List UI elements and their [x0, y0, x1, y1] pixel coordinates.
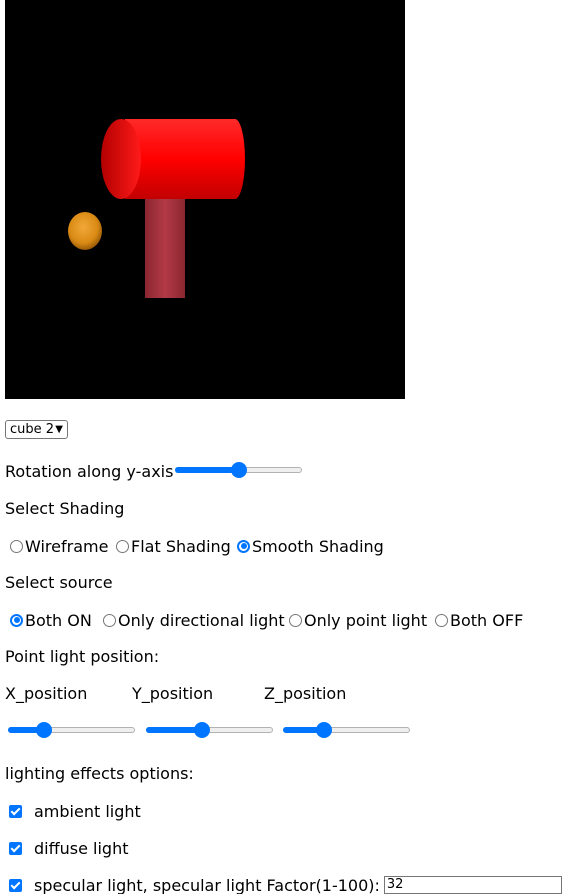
radio-button[interactable]	[289, 613, 302, 627]
radio-smooth-shading[interactable]: Smooth Shading	[237, 536, 384, 556]
rotation-slider[interactable]	[175, 462, 302, 478]
z-position-label: Z_position	[264, 684, 347, 703]
radio-button[interactable]	[10, 613, 23, 627]
slider-thumb[interactable]	[35, 722, 52, 738]
webgl-canvas[interactable]	[5, 0, 405, 399]
specular-factor-input[interactable]: 32	[383, 876, 562, 894]
slider-thumb[interactable]	[193, 722, 210, 738]
x-position-slider[interactable]	[8, 722, 135, 738]
radio-label: Both ON	[25, 610, 92, 630]
radio-label: Flat Shading	[131, 536, 231, 556]
diffuse-light-checkbox[interactable]: diffuse light	[9, 838, 129, 858]
chevron-down-icon: ▼	[55, 424, 63, 435]
x-position-label: X_position	[5, 684, 88, 703]
ambient-light-checkbox[interactable]: ambient light	[9, 801, 141, 821]
source-heading: Select source	[5, 573, 113, 592]
radio-label: Only directional light	[118, 610, 285, 630]
radio-label: Only point light	[304, 610, 428, 630]
checkbox[interactable]	[9, 804, 22, 818]
slider-thumb[interactable]	[316, 722, 333, 738]
checkbox-label: ambient light	[34, 801, 141, 821]
hammer-handle	[145, 198, 185, 298]
checkbox[interactable]	[9, 841, 22, 855]
radio-only-point[interactable]: Only point light	[289, 610, 427, 630]
z-position-slider[interactable]	[283, 722, 410, 738]
object-select[interactable]: cube 2 ▼	[5, 420, 68, 439]
sphere	[68, 212, 102, 250]
slider-thumb[interactable]	[230, 462, 247, 478]
rotation-label: Rotation along y-axis	[5, 462, 174, 481]
scene-render	[68, 119, 245, 298]
lighting-heading: lighting effects options:	[5, 764, 194, 783]
radio-button[interactable]	[103, 613, 116, 627]
radio-button[interactable]	[10, 539, 23, 553]
shading-heading: Select Shading	[5, 499, 125, 518]
radio-both-off[interactable]: Both OFF	[435, 610, 523, 630]
hammer-head	[125, 119, 245, 199]
radio-label: Smooth Shading	[252, 536, 384, 556]
radio-button[interactable]	[237, 539, 250, 553]
radio-wireframe[interactable]: Wireframe	[10, 536, 108, 556]
radio-flat-shading[interactable]: Flat Shading	[116, 536, 231, 556]
radio-button[interactable]	[435, 613, 448, 627]
slider-fill	[175, 467, 239, 473]
radio-button[interactable]	[116, 539, 129, 553]
checkbox-label: specular light, specular light Factor(1-…	[34, 875, 380, 894]
y-position-slider[interactable]	[146, 722, 273, 738]
hammer-head-cap	[101, 119, 141, 199]
specular-light-checkbox[interactable]: specular light, specular light Factor(1-…	[9, 875, 562, 894]
radio-label: Both OFF	[450, 610, 524, 630]
object-select-value: cube 2	[10, 422, 55, 437]
y-position-label: Y_position	[132, 684, 214, 703]
checkbox[interactable]	[9, 878, 22, 892]
point-light-heading: Point light position:	[5, 647, 160, 666]
radio-label: Wireframe	[25, 536, 109, 556]
radio-only-directional[interactable]: Only directional light	[103, 610, 285, 630]
checkbox-label: diffuse light	[34, 838, 129, 858]
radio-both-on[interactable]: Both ON	[10, 610, 92, 630]
